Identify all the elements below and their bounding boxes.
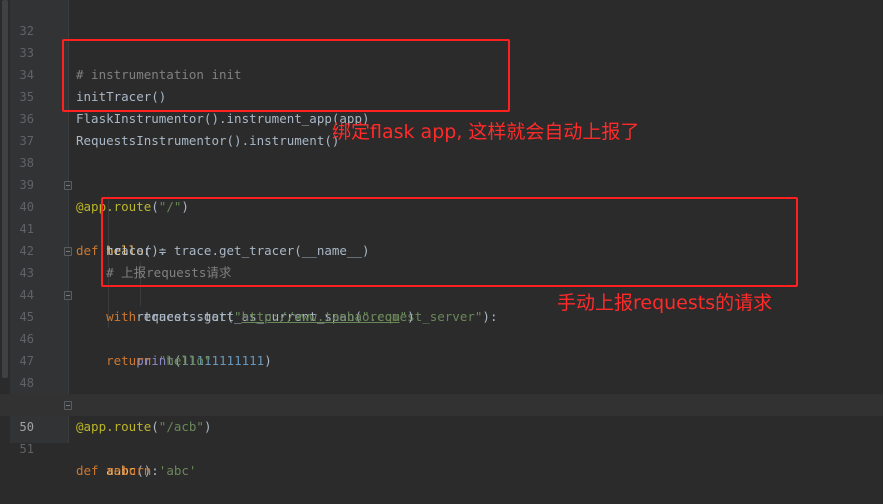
code-text: return 'abc' [106,463,197,478]
code-line-47[interactable]: 47 [0,328,883,368]
code-editor[interactable]: 32 33 # instrumentation init 34 initTrac… [0,0,883,478]
highlight-box-instrument [62,39,510,112]
fold-collapse-icon[interactable] [64,247,72,256]
code-line-40[interactable]: 40 def hello(): [0,174,883,258]
fold-collapse-icon[interactable] [64,181,72,190]
annotation-requests: 手动上报requests的请求 [557,292,773,314]
code-line-51[interactable]: 51 return 'abc' [0,416,883,478]
line-number: 51 [19,442,34,456]
code-line-49[interactable]: 49 @app.route("/acb") [0,372,883,434]
fold-collapse-icon[interactable] [64,401,72,410]
code-line-48[interactable]: 48 [0,350,883,390]
fold-end-icon[interactable] [64,291,72,300]
annotation-flask: 绑定flask app, 这样就会自动上报了 [332,121,640,143]
highlight-box-requests [101,197,798,287]
code-line-39[interactable]: 39 @app.route("/") [0,152,883,214]
code-line-32[interactable]: 32 [0,0,883,38]
code-line-50-current[interactable]: 50 def aabc(): [0,394,883,478]
